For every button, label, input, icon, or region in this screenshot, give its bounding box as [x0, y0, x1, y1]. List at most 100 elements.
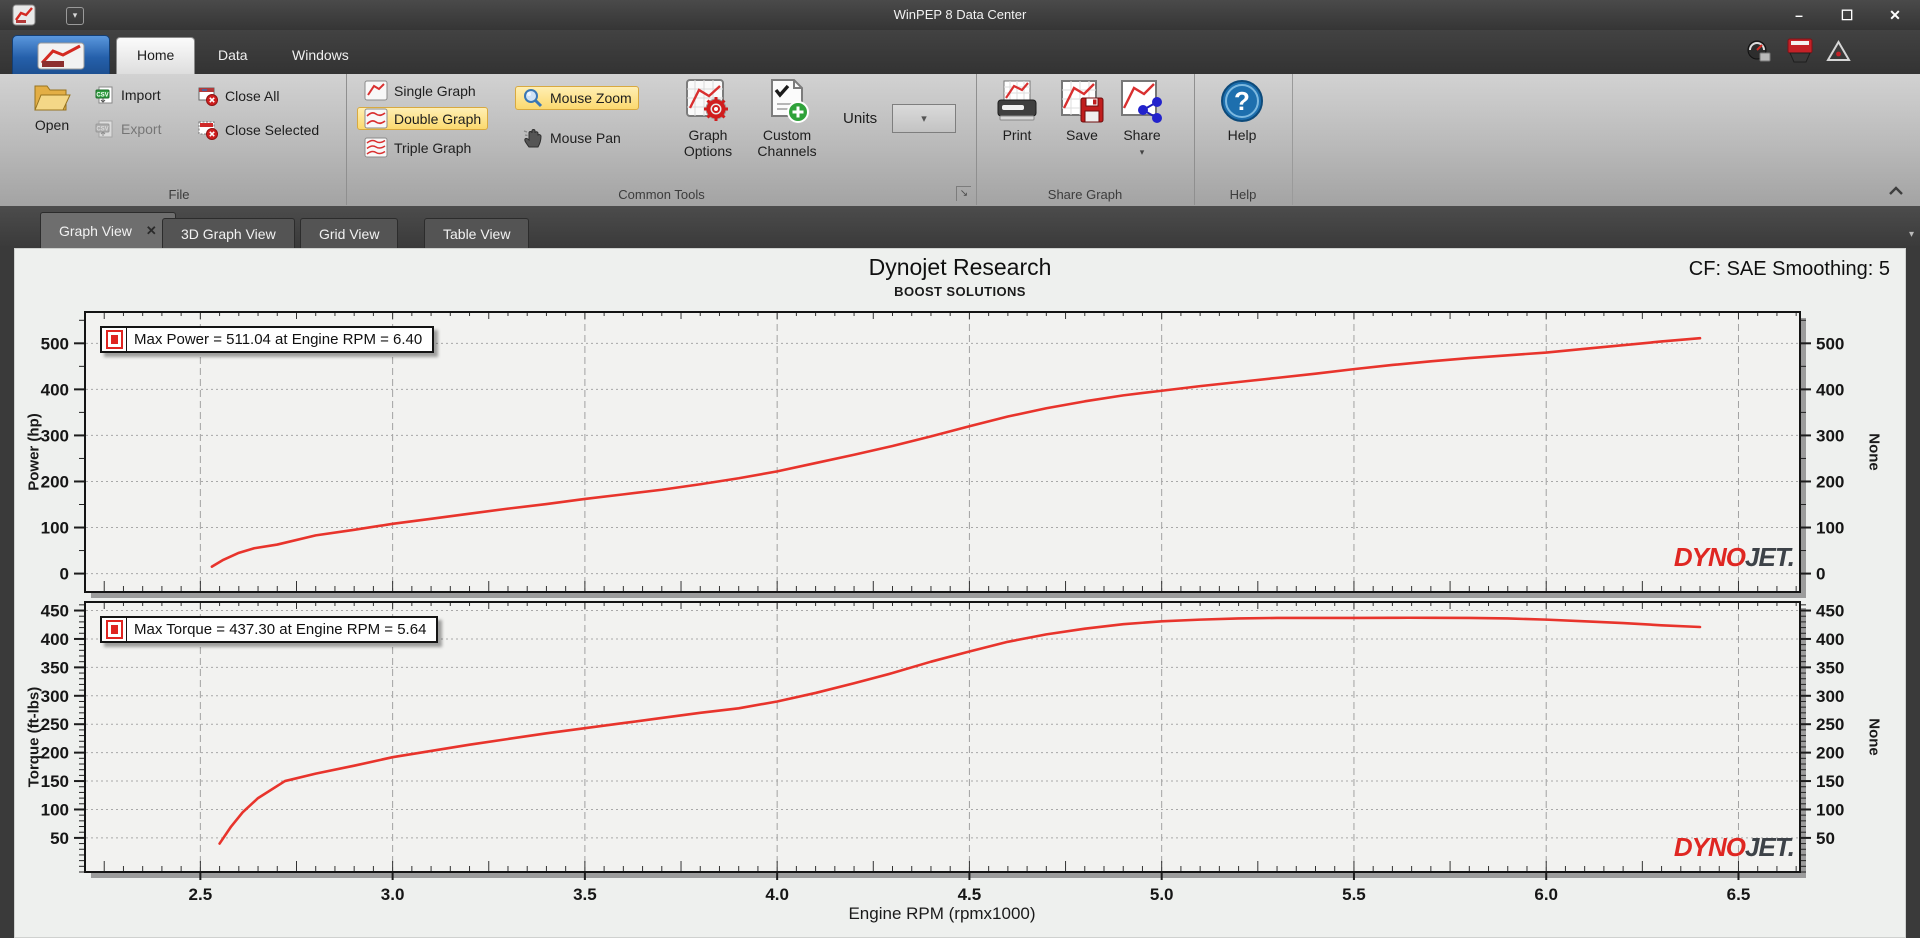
svg-text:350: 350: [1816, 658, 1844, 677]
export-icon: CSV: [95, 120, 113, 138]
triple-graph-button[interactable]: Triple Graph: [357, 136, 478, 159]
titlebar: ▾ WinPEP 8 Data Center – ☐ ✕: [0, 0, 1920, 30]
svg-text:CSV: CSV: [96, 93, 108, 99]
close-button[interactable]: ✕: [1878, 0, 1912, 30]
svg-text:2.5: 2.5: [189, 885, 213, 904]
tab-close-icon[interactable]: ✕: [146, 223, 157, 239]
custom-channels-button[interactable]: Custom Channels: [749, 78, 825, 159]
import-icon: CSV: [95, 86, 113, 104]
svg-text:50: 50: [1816, 829, 1835, 848]
power-chart-plot: 0 0 100 100 200 200 300 300 400 400 500 500: [41, 311, 1844, 598]
ribbon: Open CSV Import CSV Export Close All Clo…: [0, 74, 1920, 207]
svg-text:450: 450: [41, 602, 69, 621]
dynojet-logo-2: DYNOJET.: [1673, 832, 1795, 862]
graph-options-button[interactable]: Graph Options: [675, 78, 741, 159]
ribbon-group-file: Open CSV Import CSV Export Close All Clo…: [12, 74, 347, 205]
ribbon-group-share-graph: Print Save Share ▾ Share Graph: [976, 74, 1195, 205]
export-button[interactable]: CSV Export: [88, 118, 168, 140]
tab-3d-graph-view[interactable]: 3D Graph View: [162, 218, 295, 248]
svg-text:200: 200: [1816, 744, 1844, 763]
power-series-swatch-icon: [102, 328, 127, 351]
double-graph-button[interactable]: Double Graph: [357, 107, 489, 130]
share-icon: [1121, 80, 1162, 123]
help-icon: ?: [1221, 80, 1263, 122]
mouse-pan-button[interactable]: Mouse Pan: [515, 126, 628, 150]
svg-text:200: 200: [41, 472, 69, 491]
group-label-help: Help: [1229, 187, 1257, 202]
application-button[interactable]: [12, 35, 110, 76]
maximize-button[interactable]: ☐: [1830, 0, 1864, 30]
torque-right-axis-title: None: [1865, 718, 1883, 756]
power-y-axis-title: Power (hp): [25, 413, 43, 491]
triangle-icon[interactable]: [1826, 39, 1851, 69]
double-graph-icon: [364, 108, 388, 129]
power-legend[interactable]: Max Power = 511.04 at Engine RPM = 6.40: [100, 326, 435, 353]
print-button[interactable]: Print: [988, 78, 1046, 143]
svg-text:100: 100: [1816, 800, 1844, 819]
svg-text:350: 350: [41, 658, 69, 677]
power-right-axis-title: None: [1865, 433, 1883, 471]
dropdown-arrow-icon: ▾: [921, 113, 927, 125]
device-icon[interactable]: [1786, 37, 1814, 69]
gauge-icon[interactable]: [1746, 39, 1771, 69]
ribbon-group-help: ? Help Help: [1194, 74, 1293, 205]
torque-y-axis-title: Torque (ft-lbs): [25, 686, 43, 788]
svg-text:50: 50: [50, 829, 69, 848]
svg-text:5.0: 5.0: [1150, 885, 1174, 904]
units-label: Units: [843, 110, 878, 127]
svg-text:400: 400: [1816, 380, 1844, 399]
custom-channels-icon: [771, 79, 809, 123]
graph-options-icon: [686, 79, 728, 121]
svg-text:300: 300: [41, 687, 69, 706]
save-button[interactable]: Save: [1054, 78, 1110, 143]
help-button[interactable]: ? Help: [1212, 78, 1272, 143]
svg-text:100: 100: [1816, 519, 1844, 538]
tab-graph-view[interactable]: Graph View ✕: [40, 212, 176, 248]
triple-graph-icon: [364, 137, 388, 158]
svg-text:300: 300: [41, 426, 69, 445]
svg-text:4.0: 4.0: [765, 885, 789, 904]
svg-text:500: 500: [41, 334, 69, 353]
svg-text:400: 400: [41, 380, 69, 399]
collapse-ribbon-button[interactable]: [1886, 184, 1906, 200]
svg-text:250: 250: [1816, 715, 1844, 734]
open-button[interactable]: Open: [20, 80, 84, 133]
ribbon-group-common-tools: Single Graph Double Graph Triple Graph M…: [347, 74, 977, 205]
ribbon-tab-home[interactable]: Home: [116, 37, 196, 75]
single-graph-button[interactable]: Single Graph: [357, 79, 483, 102]
ribbon-tab-row: Home Data Windows: [0, 30, 1920, 76]
svg-text:150: 150: [1816, 772, 1844, 791]
svg-text:6.5: 6.5: [1727, 885, 1751, 904]
svg-text:400: 400: [1816, 630, 1844, 649]
minimize-button[interactable]: –: [1782, 0, 1816, 30]
power-legend-text: Max Power = 511.04 at Engine RPM = 6.40: [134, 331, 423, 348]
units-dropdown[interactable]: ▾: [892, 104, 956, 133]
view-tab-bar: Graph View ✕ 3D Graph View Grid View Tab…: [0, 206, 1920, 248]
share-button[interactable]: Share ▾: [1114, 78, 1170, 160]
import-button[interactable]: CSV Import: [88, 84, 168, 106]
x-axis-title: Engine RPM (rpmx1000): [848, 904, 1036, 923]
share-dropdown-arrow-icon[interactable]: ▾: [1140, 144, 1145, 160]
svg-text:200: 200: [1816, 472, 1844, 491]
mouse-zoom-button[interactable]: Mouse Zoom: [515, 86, 639, 110]
close-all-button[interactable]: Close All: [190, 84, 286, 108]
torque-series-swatch-icon: [102, 618, 127, 641]
svg-text:0: 0: [1816, 565, 1825, 584]
close-selected-button[interactable]: Close Selected: [190, 118, 326, 142]
tab-list-dropdown-icon[interactable]: ▾: [1909, 229, 1914, 240]
svg-text:250: 250: [41, 715, 69, 734]
ribbon-tab-data[interactable]: Data: [198, 37, 268, 74]
torque-legend[interactable]: Max Torque = 437.30 at Engine RPM = 5.64: [100, 616, 439, 643]
single-graph-icon: [364, 80, 388, 101]
ribbon-tab-windows[interactable]: Windows: [272, 37, 369, 74]
winpep-logo-icon: [37, 42, 85, 69]
group-label-common-tools: Common Tools: [618, 187, 705, 202]
tab-grid-view[interactable]: Grid View: [300, 218, 399, 248]
torque-legend-text: Max Torque = 437.30 at Engine RPM = 5.64: [134, 621, 427, 638]
winpep-window: { "window": { "title": "WinPEP 8 Data Ce…: [0, 0, 1920, 938]
svg-text:500: 500: [1816, 334, 1844, 353]
tab-table-view[interactable]: Table View: [424, 218, 530, 248]
svg-text:5.5: 5.5: [1342, 885, 1366, 904]
close-all-icon: [198, 87, 218, 106]
svg-text:300: 300: [1816, 687, 1844, 706]
